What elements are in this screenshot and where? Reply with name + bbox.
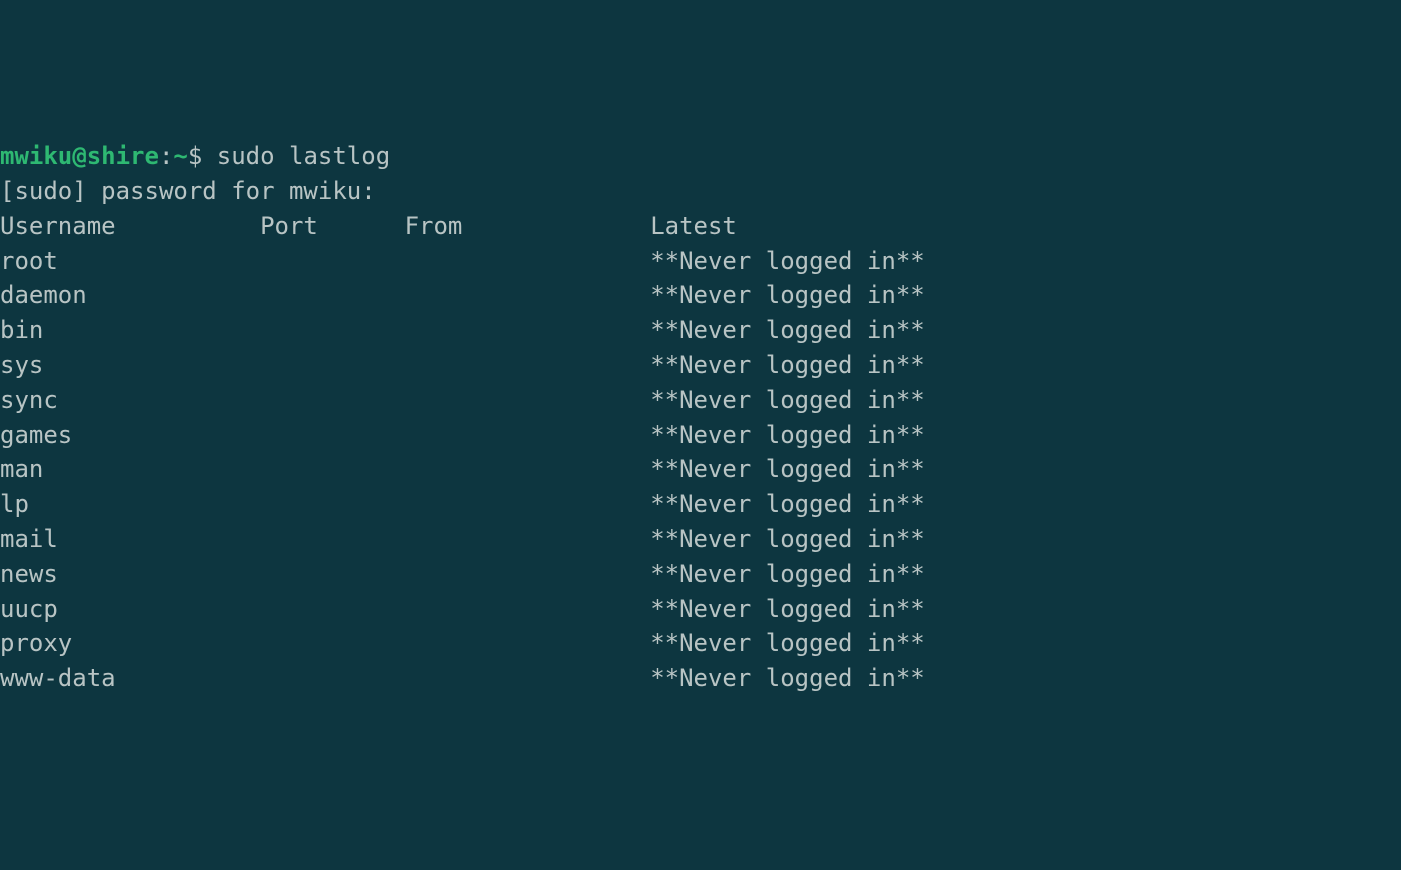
table-row: lp **Never logged in** xyxy=(0,487,1401,522)
cell-latest: **Never logged in** xyxy=(650,592,925,627)
table-row: daemon **Never logged in** xyxy=(0,278,1401,313)
cell-username: man xyxy=(0,452,260,487)
header-from: From xyxy=(405,209,651,244)
cell-latest: **Never logged in** xyxy=(650,661,925,696)
table-row: man **Never logged in** xyxy=(0,452,1401,487)
cell-latest: **Never logged in** xyxy=(650,278,925,313)
cell-username: proxy xyxy=(0,626,260,661)
cell-username: uucp xyxy=(0,592,260,627)
cell-latest: **Never logged in** xyxy=(650,487,925,522)
cell-username: sys xyxy=(0,348,260,383)
cell-username: www-data xyxy=(0,661,260,696)
cell-username: lp xyxy=(0,487,260,522)
prompt-line: mwiku@shire:~$ sudo lastlog xyxy=(0,139,1401,174)
header-port: Port xyxy=(260,209,404,244)
cell-latest: **Never logged in** xyxy=(650,452,925,487)
cell-username: root xyxy=(0,244,260,279)
table-row: sync **Never logged in** xyxy=(0,383,1401,418)
table-header: UsernamePortFromLatest xyxy=(0,209,1401,244)
table-row: proxy **Never logged in** xyxy=(0,626,1401,661)
table-row: www-data **Never logged in** xyxy=(0,661,1401,696)
header-latest: Latest xyxy=(650,209,737,244)
prompt-path: ~ xyxy=(173,142,187,170)
cell-latest: **Never logged in** xyxy=(650,418,925,453)
table-row: uucp **Never logged in** xyxy=(0,592,1401,627)
prompt-symbol: $ xyxy=(188,142,202,170)
cell-latest: **Never logged in** xyxy=(650,383,925,418)
table-row: root **Never logged in** xyxy=(0,244,1401,279)
cell-latest: **Never logged in** xyxy=(650,522,925,557)
cell-latest: **Never logged in** xyxy=(650,244,925,279)
sudo-prompt: [sudo] password for mwiku: xyxy=(0,174,1401,209)
cell-username: sync xyxy=(0,383,260,418)
table-row: sys **Never logged in** xyxy=(0,348,1401,383)
command-text: sudo lastlog xyxy=(217,142,390,170)
table-row: games **Never logged in** xyxy=(0,418,1401,453)
table-body: root **Never logged in** daemon **Never log… xyxy=(0,244,1401,696)
terminal[interactable]: mwiku@shire:~$ sudo lastlog[sudo] passwo… xyxy=(0,139,1401,696)
prompt-user: mwiku@shire xyxy=(0,142,159,170)
prompt-colon: : xyxy=(159,142,173,170)
header-username: Username xyxy=(0,209,260,244)
cell-latest: **Never logged in** xyxy=(650,313,925,348)
cell-username: mail xyxy=(0,522,260,557)
table-row: bin **Never logged in** xyxy=(0,313,1401,348)
table-row: mail **Never logged in** xyxy=(0,522,1401,557)
cell-latest: **Never logged in** xyxy=(650,348,925,383)
cell-username: bin xyxy=(0,313,260,348)
cell-latest: **Never logged in** xyxy=(650,626,925,661)
cell-username: games xyxy=(0,418,260,453)
cell-username: daemon xyxy=(0,278,260,313)
